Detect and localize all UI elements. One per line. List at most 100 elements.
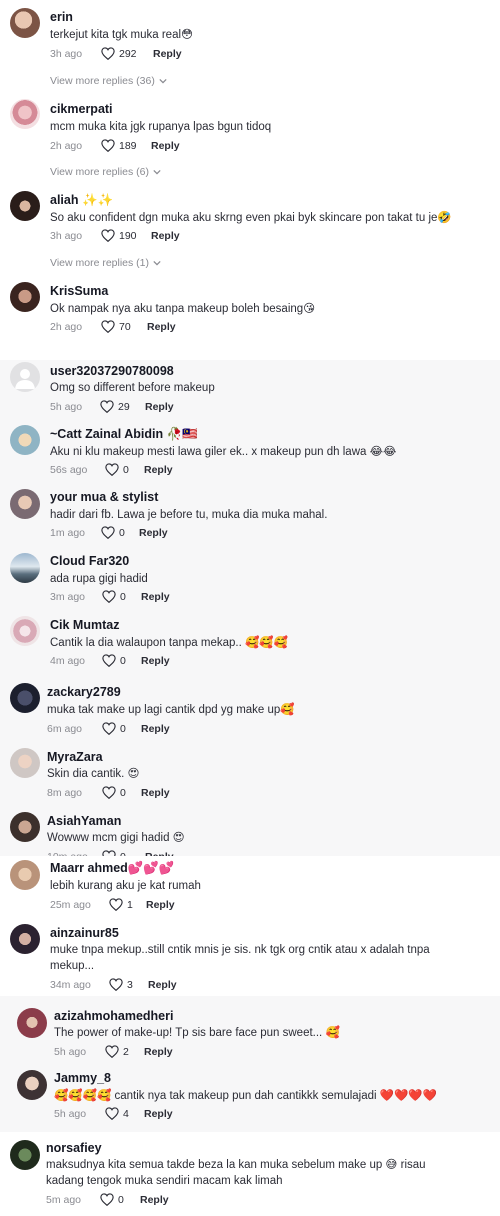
avatar[interactable] (17, 1070, 47, 1100)
like-button[interactable]: 0 (102, 722, 126, 735)
username[interactable]: Cik Mumtaz (50, 617, 119, 633)
reply-button[interactable]: Reply (140, 1194, 169, 1206)
avatar[interactable] (10, 748, 40, 778)
like-button[interactable]: 0 (100, 1193, 124, 1206)
avatar[interactable] (10, 616, 40, 646)
avatar[interactable] (10, 924, 40, 954)
like-button[interactable]: 0 (101, 526, 125, 539)
avatar[interactable] (10, 489, 40, 519)
username[interactable]: MyraZara (47, 749, 103, 765)
username[interactable]: Jammy_8 (54, 1070, 111, 1086)
reply-button[interactable]: Reply (144, 464, 173, 476)
avatar[interactable] (10, 683, 40, 713)
username[interactable]: Maarr ahmed💕💕💕 (50, 860, 175, 876)
reply-button[interactable]: Reply (151, 140, 180, 152)
avatar[interactable] (17, 1008, 47, 1038)
username[interactable]: erin (50, 9, 73, 25)
like-button[interactable]: 0 (102, 654, 126, 667)
avatar[interactable] (10, 8, 40, 38)
username[interactable]: azizahmohamedheri (54, 1008, 173, 1024)
reply-button[interactable]: Reply (141, 723, 170, 735)
like-button[interactable]: 190 (101, 229, 137, 242)
like-count: 0 (120, 590, 126, 603)
comment-meta: 5h ago 2 Reply (54, 1045, 454, 1061)
like-button[interactable]: 0 (105, 463, 129, 476)
like-button[interactable]: 0 (102, 786, 126, 799)
username[interactable]: AsiahYaman (47, 813, 121, 829)
view-more-replies[interactable]: View more replies (36) (50, 75, 167, 87)
comment-text: terkejut kita tgk muka real😳 (50, 29, 194, 41)
username[interactable]: norsafiey (46, 1140, 102, 1156)
avatar[interactable] (10, 99, 40, 129)
like-button[interactable]: 70 (101, 320, 131, 333)
like-count: 2 (123, 1045, 129, 1058)
timestamp: 5h ago (54, 1108, 87, 1120)
username[interactable]: aliah ✨✨ (50, 192, 113, 208)
reply-button[interactable]: Reply (151, 230, 180, 242)
view-more-replies[interactable]: View more replies (1) (50, 257, 161, 269)
avatar[interactable] (10, 1140, 40, 1170)
like-button[interactable]: 0 (102, 590, 126, 603)
avatar[interactable] (10, 191, 40, 221)
like-count: 0 (118, 1193, 124, 1206)
comment-text: Wowww mcm gigi hadid 😍 (47, 832, 185, 844)
avatar[interactable] (10, 282, 40, 312)
reply-button[interactable]: Reply (141, 655, 170, 667)
like-count: 4 (123, 1107, 129, 1120)
timestamp: 1m ago (50, 527, 86, 539)
heart-outline-icon (100, 1193, 114, 1206)
timestamp: 25m ago (50, 899, 91, 911)
avatar[interactable] (10, 362, 40, 392)
comment-text: The power of make-up! Tp sis bare face p… (54, 1027, 340, 1039)
username[interactable]: zackary2789 (47, 684, 121, 700)
like-button[interactable]: 189 (101, 139, 137, 152)
timestamp: 6m ago (47, 723, 83, 735)
username[interactable]: cikmerpati (50, 101, 113, 117)
like-button[interactable]: 4 (105, 1107, 129, 1120)
heart-outline-icon (102, 654, 116, 667)
chevron-down-icon (153, 260, 161, 266)
reply-button[interactable]: Reply (144, 1108, 173, 1120)
avatar[interactable] (10, 553, 40, 583)
heart-outline-icon (101, 229, 115, 242)
timestamp: 56s ago (50, 464, 88, 476)
heart-outline-icon (105, 1045, 119, 1058)
reply-button[interactable]: Reply (144, 1046, 173, 1058)
comment-meta: 3h ago 292 Reply (50, 47, 450, 63)
reply-button[interactable]: Reply (147, 321, 176, 333)
reply-button[interactable]: Reply (141, 591, 170, 603)
username[interactable]: Cloud Far320 (50, 553, 129, 569)
like-button[interactable]: 3 (109, 978, 133, 991)
reply-button[interactable]: Reply (153, 48, 182, 60)
avatar[interactable] (10, 425, 40, 455)
like-button[interactable]: 2 (105, 1045, 129, 1058)
username[interactable]: ainzainur85 (50, 925, 119, 941)
like-button[interactable]: 29 (100, 400, 130, 413)
avatar[interactable] (10, 812, 40, 842)
username[interactable]: your mua & stylist (50, 489, 158, 505)
comment-text: lebih kurang aku je kat rumah (50, 880, 201, 892)
like-count: 70 (119, 320, 131, 333)
comment-meta: 3h ago 190 Reply (50, 229, 450, 245)
like-button[interactable]: 292 (101, 47, 137, 60)
comment-text: Skin dia cantik. 😍 (47, 768, 140, 780)
avatar[interactable] (10, 860, 40, 890)
like-count: 0 (123, 463, 129, 476)
reply-button[interactable]: Reply (141, 787, 170, 799)
timestamp: 8m ago (47, 787, 83, 799)
heart-outline-icon (101, 320, 115, 333)
reply-button[interactable]: Reply (148, 979, 177, 991)
comment-meta: 5h ago 29 Reply (50, 400, 450, 416)
comment-text: maksudnya kita semua takde beza la kan m… (46, 1159, 426, 1187)
reply-button[interactable]: Reply (145, 401, 174, 413)
username[interactable]: KrisSuma (50, 283, 108, 299)
heart-outline-icon (101, 47, 115, 60)
reply-button[interactable]: Reply (146, 899, 175, 911)
like-button[interactable]: 1 (109, 898, 133, 911)
reply-button[interactable]: Reply (139, 527, 168, 539)
username[interactable]: ~Catt Zainal Abidin 🥀🇲🇾 (50, 426, 198, 442)
comment-meta: 5m ago 0 Reply (46, 1193, 446, 1209)
like-count: 0 (120, 722, 126, 735)
username[interactable]: user32037290780098 (50, 363, 174, 379)
view-more-replies[interactable]: View more replies (6) (50, 166, 161, 178)
